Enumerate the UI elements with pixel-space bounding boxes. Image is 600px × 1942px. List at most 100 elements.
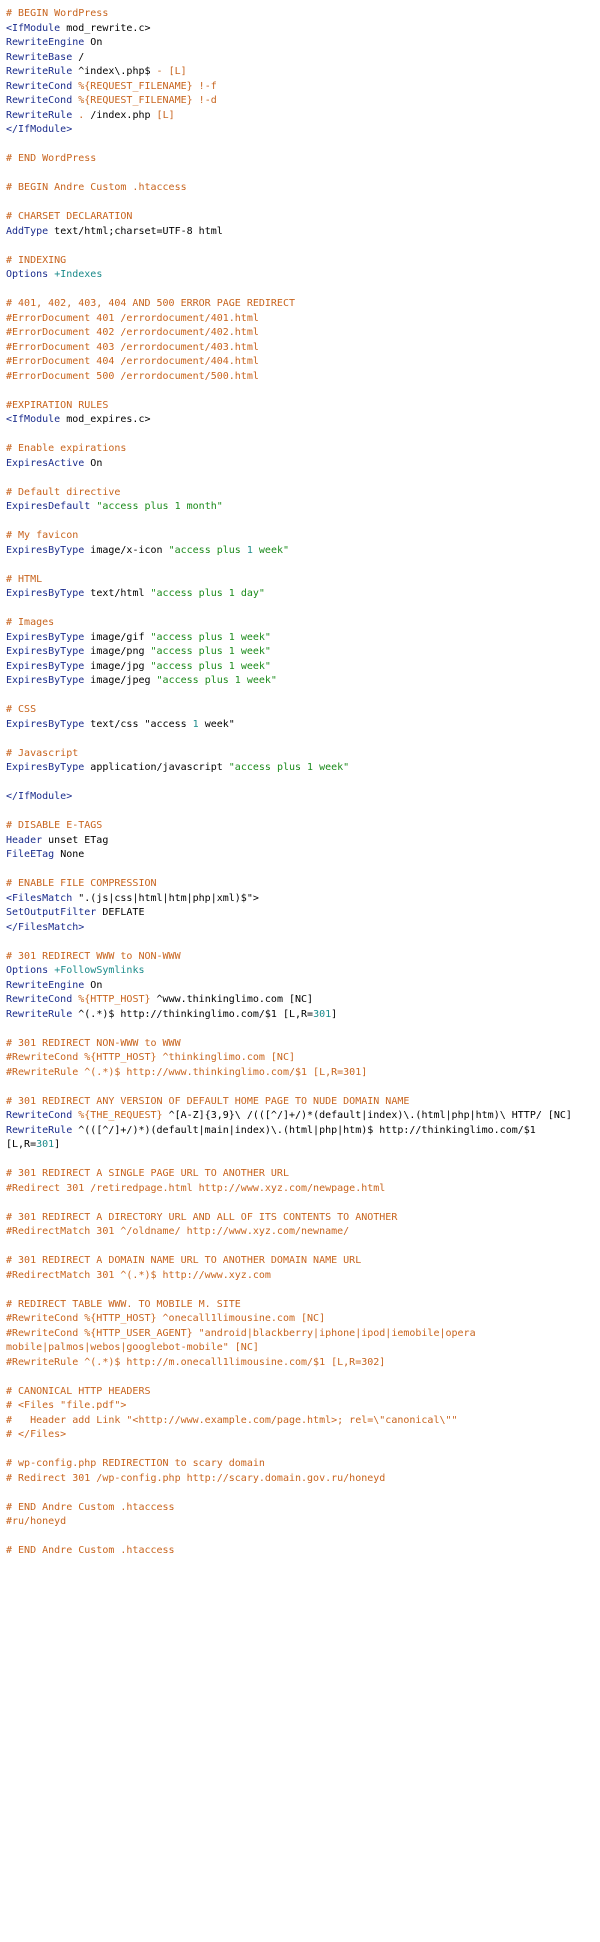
blank-line: ​: [6, 1153, 594, 1168]
code-token: - [L]: [156, 66, 187, 77]
code-token: [L]: [156, 109, 175, 121]
code-token: # <Files "file.pdf">: [6, 1400, 127, 1411]
code-line: # REDIRECT TABLE WWW. TO MOBILE M. SITE: [6, 1298, 594, 1313]
code-line: # INDEXING: [6, 254, 594, 269]
code-token: RewriteCond: [6, 80, 73, 92]
code-token: # Javascript: [6, 747, 79, 759]
code-line: #RewriteRule ^(.*)$ http://m.onecall1lim…: [6, 1356, 594, 1371]
code-line: #ErrorDocument 500 /errordocument/500.ht…: [6, 370, 594, 385]
code-line: RewriteCond %{HTTP_HOST} ^www.thinkingli…: [6, 993, 594, 1008]
code-token: # REDIRECT TABLE WWW. TO MOBILE M. SITE: [6, 1298, 241, 1310]
code-token: "access: [144, 718, 193, 730]
code-line: # Default directive: [6, 486, 594, 501]
code-token: SetOutputFilter: [6, 907, 97, 918]
code-line: RewriteRule ^index\.php$ - [L]: [6, 65, 594, 80]
code-line: #ErrorDocument 404 /errordocument/404.ht…: [6, 355, 594, 370]
blank-line: ​: [6, 1240, 594, 1255]
code-token: ]: [54, 1139, 61, 1150]
code-token: # </Files>: [6, 1429, 67, 1440]
code-line: </FilesMatch>: [6, 921, 594, 936]
blank-line: ​: [6, 515, 594, 530]
code-token: unset ETag: [42, 834, 109, 846]
blank-line: ​: [6, 167, 594, 182]
code-token: # CHARSET DECLARATION: [6, 211, 133, 222]
code-token: week": [198, 718, 235, 730]
code-token: On: [84, 37, 103, 48]
code-token: # Redirect 301 /wp-config.php http://sca…: [6, 1472, 386, 1484]
code-token: RewriteCond: [6, 994, 73, 1005]
code-line: FileETag None: [6, 848, 594, 863]
code-line: # <Files "file.pdf">: [6, 1399, 594, 1414]
code-token: ^[A-Z]{3,9}\ /(([^/]+/)*(default|index)\…: [162, 1110, 572, 1121]
code-token: Options: [6, 965, 49, 976]
code-token: # Enable expirations: [6, 443, 127, 454]
code-line: #RedirectMatch 301 ^/oldname/ http://www…: [6, 1225, 594, 1240]
code-line: RewriteCond %{REQUEST_FILENAME} !-d: [6, 94, 594, 109]
code-token: ExpiresByType: [6, 675, 85, 686]
code-line: # ENABLE FILE COMPRESSION: [6, 877, 594, 892]
code-line: ExpiresByType image/jpg "access plus 1 w…: [6, 660, 594, 675]
code-line: Options +FollowSymlinks: [6, 964, 594, 979]
code-token: image/png: [84, 646, 151, 657]
code-token: RewriteRule: [6, 109, 73, 121]
code-token: ExpiresByType: [6, 660, 85, 672]
code-line: # 301 REDIRECT A DOMAIN NAME URL TO ANOT…: [6, 1254, 594, 1269]
blank-line: ​: [6, 1080, 594, 1095]
code-line: ExpiresByType image/jpeg "access plus 1 …: [6, 674, 594, 689]
code-token: ExpiresByType: [6, 646, 85, 657]
code-token: On: [84, 457, 103, 469]
blank-line: ​: [6, 1022, 594, 1037]
code-line: #ErrorDocument 401 /errordocument/401.ht…: [6, 312, 594, 327]
code-token: "access plus 1 week": [228, 762, 350, 773]
code-token: # BEGIN Andre Custom .htaccess: [6, 182, 187, 193]
code-line: # CSS: [6, 703, 594, 718]
blank-line: ​: [6, 732, 594, 747]
code-token: image/jpeg: [84, 675, 157, 686]
code-line: # Images: [6, 616, 594, 631]
code-line: # My favicon: [6, 529, 594, 544]
code-token: mod_expires.c>: [60, 414, 151, 425]
code-token: ExpiresByType: [6, 544, 85, 556]
code-token: #ru/honeyd: [6, 1516, 67, 1527]
code-token: </IfModule>: [6, 124, 73, 135]
code-line: <FilesMatch ".(js|css|html|htm|php|xml)$…: [6, 892, 594, 907]
code-token: # Header add Link "<http://www.example.c…: [6, 1414, 458, 1426]
code-token: text/html;charset=UTF-8 html: [48, 225, 223, 237]
code-token: %{THE_REQUEST}: [78, 1110, 163, 1121]
code-token: ExpiresByType: [6, 588, 85, 599]
blank-line: ​: [6, 863, 594, 878]
blank-line: ​: [6, 602, 594, 617]
code-line: Options +Indexes: [6, 268, 594, 283]
code-token: # wp-config.php REDIRECTION to scary dom…: [6, 1458, 265, 1469]
code-line: #ErrorDocument 402 /errordocument/402.ht…: [6, 326, 594, 341]
code-token: image/x-icon: [84, 544, 169, 556]
code-token: # Images: [6, 617, 55, 628]
code-token: # END WordPress: [6, 153, 97, 164]
code-line: ExpiresByType text/css "access 1 week": [6, 718, 594, 733]
code-token: ^(([^/]+/)*)(default|main|index)\.(html|…: [6, 1124, 542, 1151]
code-line: SetOutputFilter DEFLATE: [6, 906, 594, 921]
code-token: # 301 REDIRECT NON-WWW to WWW: [6, 1037, 181, 1049]
code-line: # </Files>: [6, 1428, 594, 1443]
code-token: #RewriteRule ^(.*)$ http://m.onecall1lim…: [6, 1356, 386, 1368]
blank-line: ​: [6, 689, 594, 704]
code-line: #RedirectMatch 301 ^(.*)$ http://www.xyz…: [6, 1269, 594, 1284]
code-token: ^www.thinkinglimo.com [NC]: [150, 994, 314, 1005]
code-token: #ErrorDocument 401 /errordocument/401.ht…: [6, 312, 259, 324]
blank-line: ​: [6, 196, 594, 211]
blank-line: ​: [6, 558, 594, 573]
code-line: # wp-config.php REDIRECTION to scary dom…: [6, 1457, 594, 1472]
code-token: "access plus: [168, 544, 247, 556]
code-token: #Redirect 301 /retiredpage.html http://w…: [6, 1182, 386, 1194]
code-token: <IfModule: [6, 22, 61, 34]
code-token: #ErrorDocument 402 /errordocument/402.ht…: [6, 327, 259, 338]
code-token: %{REQUEST_FILENAME} !-d: [78, 95, 217, 106]
code-token: #RedirectMatch 301 ^(.*)$ http://www.xyz…: [6, 1269, 271, 1281]
code-line: #RewriteRule ^(.*)$ http://www.thinkingl…: [6, 1066, 594, 1081]
blank-line: ​: [6, 805, 594, 820]
code-token: #RewriteCond %{HTTP_HOST} ^onecall1limou…: [6, 1313, 326, 1324]
code-token: # BEGIN WordPress: [6, 8, 109, 19]
code-line: RewriteCond %{REQUEST_FILENAME} !-f: [6, 80, 594, 95]
code-line: # END Andre Custom .htaccess: [6, 1501, 594, 1516]
code-token: 301: [313, 1008, 332, 1020]
